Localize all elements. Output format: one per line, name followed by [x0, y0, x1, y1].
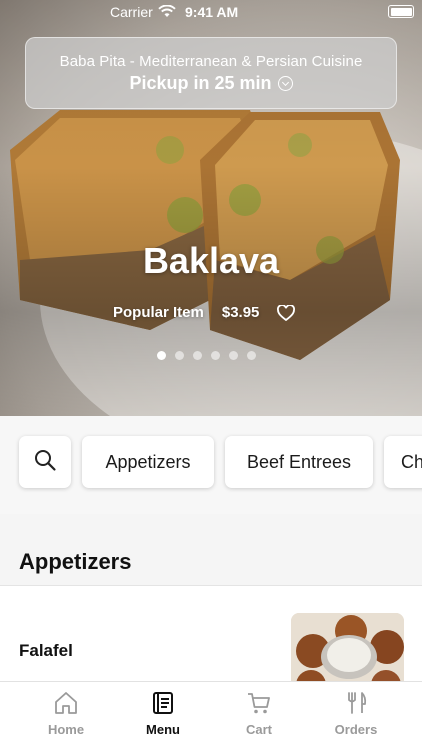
home-icon — [16, 690, 116, 718]
cart-icon — [209, 690, 309, 718]
carousel-dots[interactable] — [157, 351, 265, 360]
pickup-time[interactable]: Pickup in 25 min — [129, 73, 293, 94]
featured-item-hero[interactable]: Carrier 9:41 AM Baba Pita - Mediterranea… — [0, 0, 422, 416]
featured-price: $3.95 — [221, 304, 260, 321]
tab-label: Home — [47, 722, 85, 737]
carousel-dot[interactable] — [211, 351, 220, 360]
carousel-dot[interactable] — [229, 351, 238, 360]
carrier-label: Carrier — [110, 4, 153, 20]
section-title: Appetizers — [19, 549, 132, 574]
tab-label: Menu — [146, 722, 180, 737]
search-icon — [33, 448, 57, 477]
tab-bar: Home Menu Cart Orders — [0, 681, 422, 750]
category-bar: Appetizers Beef Entrees Ch — [0, 416, 422, 514]
menu-book-icon — [113, 690, 213, 718]
tab-orders[interactable]: Orders — [306, 690, 406, 737]
tab-label: Cart — [245, 722, 272, 737]
carousel-dot[interactable] — [157, 351, 166, 360]
wifi-icon — [158, 4, 176, 21]
category-chip-beef-entrees[interactable]: Beef Entrees — [225, 436, 373, 488]
tab-label: Orders — [334, 722, 378, 737]
restaurant-name: Baba Pita - Mediterranean & Persian Cuis… — [59, 53, 363, 70]
carousel-dot[interactable] — [193, 351, 202, 360]
tab-cart[interactable]: Cart — [209, 690, 309, 737]
carousel-dot[interactable] — [247, 351, 256, 360]
battery-icon — [388, 5, 414, 18]
tab-home[interactable]: Home — [16, 690, 116, 737]
clock: 9:41 AM — [185, 4, 239, 20]
status-bar: Carrier 9:41 AM — [0, 0, 422, 24]
fork-knife-icon — [306, 690, 406, 718]
chevron-down-icon — [277, 76, 293, 91]
pickup-label: Pickup in 25 min — [129, 73, 272, 93]
featured-item-meta: Popular Item $3.95 — [113, 304, 296, 321]
carousel-dot[interactable] — [175, 351, 184, 360]
heart-icon[interactable] — [277, 304, 296, 321]
category-chip-appetizers[interactable]: Appetizers — [82, 436, 214, 488]
restaurant-selector[interactable]: Baba Pita - Mediterranean & Persian Cuis… — [25, 37, 397, 109]
popular-tag: Popular Item — [113, 304, 204, 321]
featured-item-title: Baklava — [142, 240, 280, 281]
tab-menu[interactable]: Menu — [113, 690, 213, 737]
menu-item-name: Falafel — [19, 641, 73, 660]
category-chip-partial[interactable]: Ch — [384, 436, 422, 488]
search-button[interactable] — [19, 436, 71, 488]
menu-item-falafel[interactable]: Falafel — [0, 586, 422, 693]
